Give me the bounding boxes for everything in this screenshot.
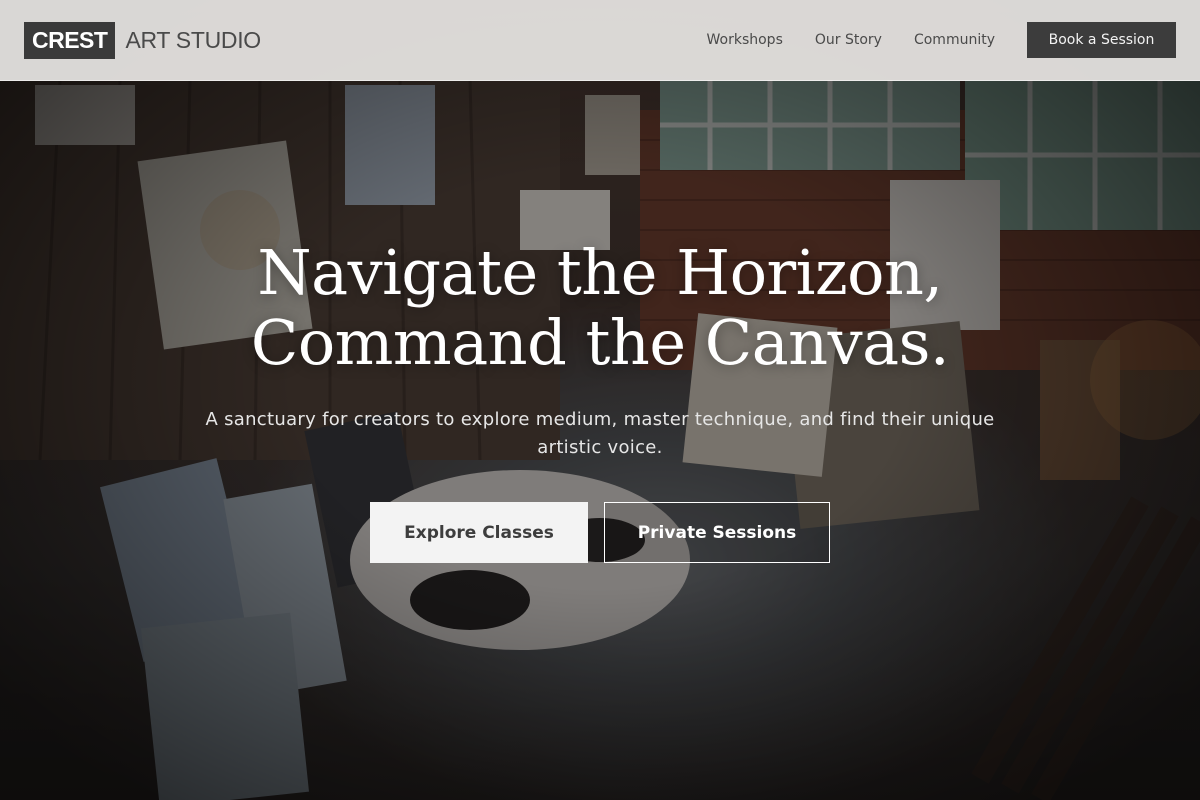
hero-subtitle: A sanctuary for creators to explore medi…	[205, 409, 995, 458]
site-header: CREST ART STUDIO Workshops Our Story Com…	[0, 0, 1200, 81]
nav-link-our-story[interactable]: Our Story	[815, 32, 882, 48]
logo-text: ART STUDIO	[125, 26, 261, 53]
hero-title-line-1: Navigate the Horizon,	[257, 236, 943, 309]
main-nav: Workshops Our Story Community Book a Ses…	[707, 22, 1176, 58]
explore-classes-button[interactable]: Explore Classes	[370, 502, 588, 563]
book-session-button[interactable]: Book a Session	[1027, 22, 1176, 58]
site-logo[interactable]: CREST ART STUDIO	[24, 21, 261, 59]
hero-title-line-2: Command the Canvas.	[250, 306, 950, 379]
logo-box: CREST	[24, 21, 116, 59]
nav-link-community[interactable]: Community	[914, 32, 995, 48]
nav-link-workshops[interactable]: Workshops	[707, 32, 783, 48]
hero-actions: Explore Classes Private Sessions	[0, 502, 1200, 563]
hero-title: Navigate the Horizon, Command the Canvas…	[0, 238, 1200, 378]
hero-section: Navigate the Horizon, Command the Canvas…	[0, 238, 1200, 563]
private-sessions-button[interactable]: Private Sessions	[604, 502, 830, 563]
